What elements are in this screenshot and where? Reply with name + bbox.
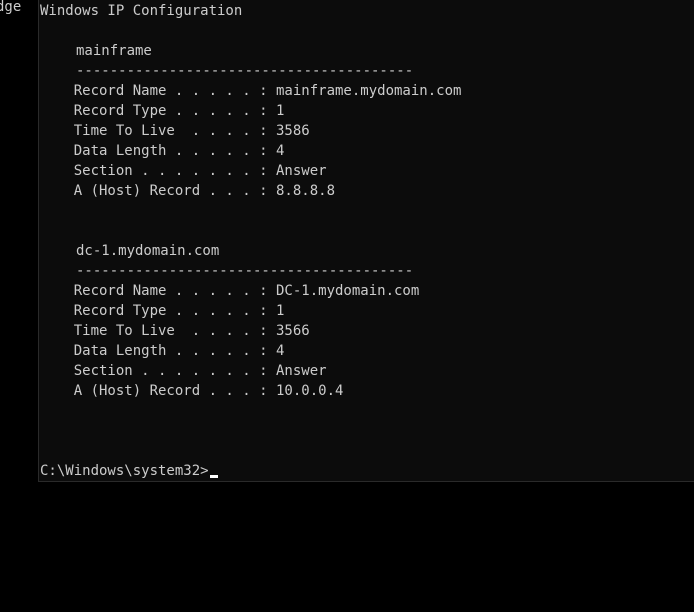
record-2-a-record: A (Host) Record . . . : 10.0.0.4 [40,383,344,399]
record-1-separator: ---------------------------------------- [76,63,414,79]
record-2-record-name: Record Name . . . . . : DC-1.mydomain.co… [40,283,420,299]
record-1-record-name: Record Name . . . . . : mainframe.mydoma… [40,83,462,99]
prompt-text: C:\Windows\system32> [40,463,209,479]
record-2-host: dc-1.mydomain.com [76,243,220,259]
record-1-section: Section . . . . . . . : Answer [40,163,327,179]
record-1-host: mainframe [76,43,152,59]
console-title-line: Windows IP Configuration [40,3,243,19]
text-cursor [209,475,218,478]
record-2-section: Section . . . . . . . : Answer [40,363,327,379]
record-2-record-type: Record Type . . . . . : 1 [40,303,285,319]
command-prompt-line[interactable]: C:\Windows\system32> [40,461,218,481]
record-2-ttl: Time To Live . . . . : 3566 [40,323,310,339]
record-1-a-record: A (Host) Record . . . : 8.8.8.8 [40,183,336,199]
record-2-data-length: Data Length . . . . . : 4 [40,343,285,359]
record-1-ttl: Time To Live . . . . : 3586 [40,123,310,139]
record-1-data-length: Data Length . . . . . : 4 [40,143,285,159]
record-2-separator: ---------------------------------------- [76,263,414,279]
background-window-edge-text: dge [0,0,22,15]
record-1-record-type: Record Type . . . . . : 1 [40,103,285,119]
command-prompt-console[interactable]: Windows IP Configuration mainframe -----… [38,0,694,482]
